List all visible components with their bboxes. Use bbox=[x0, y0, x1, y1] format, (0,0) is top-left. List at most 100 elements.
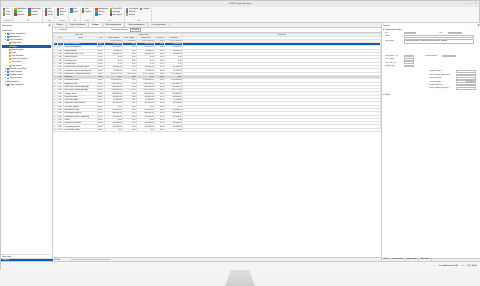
ribbon-button[interactable]: Expand bbox=[126, 13, 138, 16]
ribbon-button-label: Filter bbox=[47, 7, 52, 10]
tree-node[interactable]: ▸ Project templates bbox=[2, 83, 51, 86]
table-cell-cmt[interactable]: 0.00 bbox=[164, 127, 184, 133]
ribbon-button-label: Save layout bbox=[112, 13, 122, 16]
ribbon-button-label: Help bbox=[98, 13, 102, 16]
table-cell-name[interactable]: Furnishings, usage bbox=[63, 127, 98, 133]
table-cell-comment[interactable] bbox=[182, 127, 381, 133]
ribbon-button[interactable]: Export bbox=[70, 10, 78, 13]
ribbon-column: Cut Copy Paste bbox=[3, 7, 10, 16]
tree-node-label: Costs bbox=[11, 51, 17, 54]
pin-icon[interactable]: 📌 bbox=[477, 24, 480, 27]
ribbon-button[interactable]: Help bbox=[95, 13, 108, 16]
ribbon-button[interactable]: Demote bbox=[28, 13, 40, 16]
ribbon-button[interactable]: Rename bbox=[14, 13, 26, 16]
ribbon-group-items: Management Settings Help Refresh (F5) Langua… bbox=[95, 7, 122, 16]
expand-icon[interactable]: ▸ bbox=[5, 77, 6, 79]
table-cell-fc[interactable]: 0.00 bbox=[154, 127, 166, 133]
ribbon-group-caption: Print bbox=[73, 20, 77, 22]
name-label: Name bbox=[385, 35, 390, 38]
budget-field-label: Original budget bbox=[429, 70, 442, 73]
comments-button[interactable]: Comments bbox=[59, 29, 68, 31]
expand-icon[interactable]: ▸ bbox=[5, 74, 6, 76]
minimize-icon[interactable]: – bbox=[464, 2, 467, 5]
cost-group-label: Cost group (CG) bbox=[385, 54, 399, 57]
ribbon-button[interactable]: Replace bbox=[82, 10, 92, 13]
document-tab[interactable]: Order management bbox=[125, 23, 149, 27]
expand-icon[interactable]: ▸ bbox=[5, 36, 6, 38]
budget-field-input[interactable]: 0.00 bbox=[456, 87, 476, 90]
document-tab[interactable]: Projects bbox=[53, 23, 67, 27]
ribbon-column: Collapse bbox=[139, 7, 150, 16]
cost-group-input[interactable]: 710 bbox=[404, 54, 414, 58]
section-status[interactable]: ▸ Status bbox=[382, 93, 480, 96]
pin-icon[interactable]: 📌 bbox=[48, 24, 51, 27]
no-input[interactable]: 110 bbox=[404, 31, 416, 35]
expand-icon[interactable]: ▸ bbox=[5, 84, 6, 86]
table-cell-total[interactable]: 0.00 bbox=[136, 127, 156, 133]
ribbon-column: Print Export bbox=[70, 7, 78, 13]
budget-field-label: Forecast period bbox=[429, 77, 442, 80]
expand-icon[interactable]: ▸ bbox=[2, 30, 3, 32]
budget-field-input[interactable]: 0.00 bbox=[456, 73, 476, 77]
document-tab[interactable]: Risk management bbox=[103, 23, 125, 27]
ribbon-button-label: Show all bbox=[129, 10, 136, 13]
tree-node-label: Order management bbox=[11, 58, 28, 61]
navigation-title: Navigation bbox=[2, 24, 13, 27]
budget-field-input[interactable]: 0.00 bbox=[456, 76, 476, 80]
expand-icon[interactable]: ▸ bbox=[5, 68, 6, 70]
budget-field-input[interactable]: 350,000.00 bbox=[456, 83, 476, 87]
expand-icon[interactable]: ▸ bbox=[5, 81, 6, 83]
ribbon-button-label: Hide bbox=[59, 13, 64, 16]
ribbon-button-label: Replace bbox=[85, 10, 92, 13]
comments-icon[interactable]: ✎ bbox=[55, 29, 57, 31]
ribbon-group: Cut Copy Paste Clipboard bbox=[3, 7, 13, 22]
budget-field-label: Current budget bbox=[429, 80, 441, 83]
ribbon-button[interactable]: Sort by bbox=[44, 13, 53, 16]
status-right: ● User: Administrator (DE) ■ FOS: Stable bbox=[434, 265, 477, 267]
tree-node-label: Order overview bbox=[9, 77, 22, 80]
ribbon-group: Add element Delete Rename Add position Promo… bbox=[14, 7, 44, 22]
tree-node-label: Project templates bbox=[9, 83, 24, 86]
budget-field-label: Project budget approved bbox=[429, 87, 449, 90]
database-icon: ■ bbox=[462, 264, 464, 267]
document-tab[interactable]: Project dashboard bbox=[67, 23, 90, 27]
expand-icon[interactable]: ▸ bbox=[5, 39, 6, 41]
parent-position-input[interactable]: 100 bbox=[442, 54, 456, 58]
cost-unit-input[interactable] bbox=[404, 61, 414, 64]
close-icon[interactable]: × bbox=[474, 2, 477, 5]
expand-icon[interactable]: ▸ bbox=[5, 33, 6, 35]
expand-icon[interactable]: ▸ bbox=[5, 71, 6, 73]
tree-node-label: Budget data bbox=[11, 42, 22, 45]
ribbon-toolbar: Cut Copy Paste Clipboard Add element Delete Re… bbox=[1, 7, 479, 23]
table-cell-unit[interactable]: EUR bbox=[96, 127, 106, 133]
tree-node-label: Cost reports bbox=[11, 64, 22, 67]
ribbon-column: Add element Delete Rename bbox=[14, 7, 27, 16]
document-tab[interactable]: Budget bbox=[89, 23, 103, 27]
document-tab[interactable]: Cost assessment bbox=[148, 23, 170, 27]
budget-field-input[interactable]: 350,000.00 bbox=[456, 80, 476, 83]
ribbon-button[interactable]: Collapse bbox=[139, 7, 150, 10]
budget-field-label: Budget approved bbox=[429, 83, 443, 86]
tree-node-label: Budget bbox=[11, 45, 18, 48]
name-input[interactable]: Interior installations bbox=[404, 35, 474, 38]
table-cell-add[interactable]: 0.00 bbox=[122, 127, 138, 133]
ribbon-button-label: Language bbox=[112, 10, 121, 13]
tree-node-label: Cost allocation bbox=[11, 55, 24, 58]
budget-type-input[interactable] bbox=[404, 64, 414, 68]
ribbon-button[interactable]: Paste bbox=[3, 13, 10, 16]
ribbon-column: Management Settings Help bbox=[95, 7, 108, 16]
window-controls: – □ × bbox=[464, 2, 477, 5]
tree-node-label: Cost centers bbox=[11, 61, 22, 64]
cost-center-input[interactable] bbox=[404, 57, 414, 61]
table-cell-orig[interactable]: 0.00 bbox=[104, 127, 124, 133]
maximize-icon[interactable]: □ bbox=[469, 2, 472, 5]
ribbon-button[interactable]: Hide bbox=[56, 13, 66, 16]
status-user: User: Administrator (DE) bbox=[438, 264, 459, 267]
table-row[interactable]: ▸ 470 Furnishings, usage EUR 0.00 0.00 0.00 0.0… bbox=[53, 127, 381, 133]
ribbon-button[interactable]: Save layout bbox=[109, 13, 122, 16]
ribbon-button-label: Copy bbox=[5, 10, 10, 13]
unit-input[interactable]: EUR bbox=[448, 31, 462, 35]
budget-type-label: Budget type bbox=[385, 65, 395, 68]
budget-field-input[interactable]: 350,000.00 bbox=[456, 70, 476, 73]
description-input[interactable]: Interior installations, fixtures and fur… bbox=[404, 38, 474, 44]
